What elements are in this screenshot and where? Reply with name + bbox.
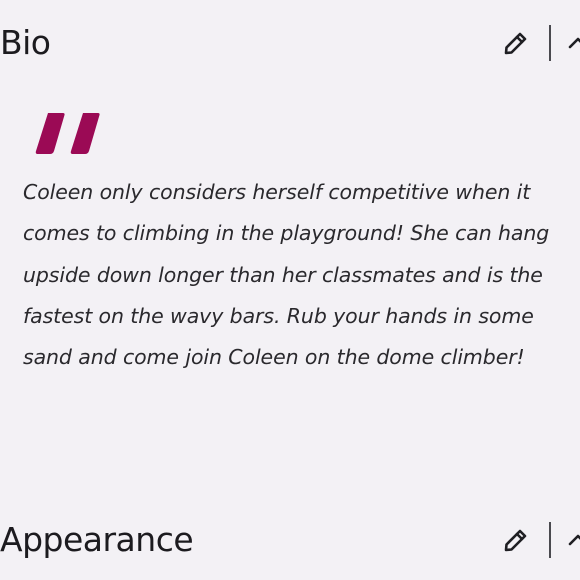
header-divider	[549, 25, 551, 61]
bio-text: Coleen only considers herself competitiv…	[23, 172, 580, 378]
bio-collapse-chevron-up-icon[interactable]	[562, 27, 580, 59]
appearance-collapse-chevron-up-icon[interactable]	[562, 524, 580, 556]
bio-text-line: Coleen only considers herself competitiv…	[23, 180, 531, 204]
bio-text-line: comes to climbing in the playground! She…	[23, 221, 550, 246]
bio-edit-pencil-icon[interactable]	[500, 27, 532, 59]
bio-section-header: Bio	[0, 18, 580, 68]
quote-icon	[35, 113, 100, 154]
header-divider	[549, 522, 551, 558]
appearance-section-header: Appearance	[0, 515, 580, 565]
bio-text-line: sand and come join Coleen on the dome cl…	[23, 345, 525, 370]
appearance-section-title: Appearance	[0, 520, 194, 559]
bio-text-line: fastest on the wavy bars. Rub your hands…	[23, 303, 534, 328]
bio-text-line: upside down longer than her classmates a…	[23, 262, 543, 287]
appearance-edit-pencil-icon[interactable]	[500, 524, 532, 556]
bio-section-title: Bio	[0, 23, 51, 62]
